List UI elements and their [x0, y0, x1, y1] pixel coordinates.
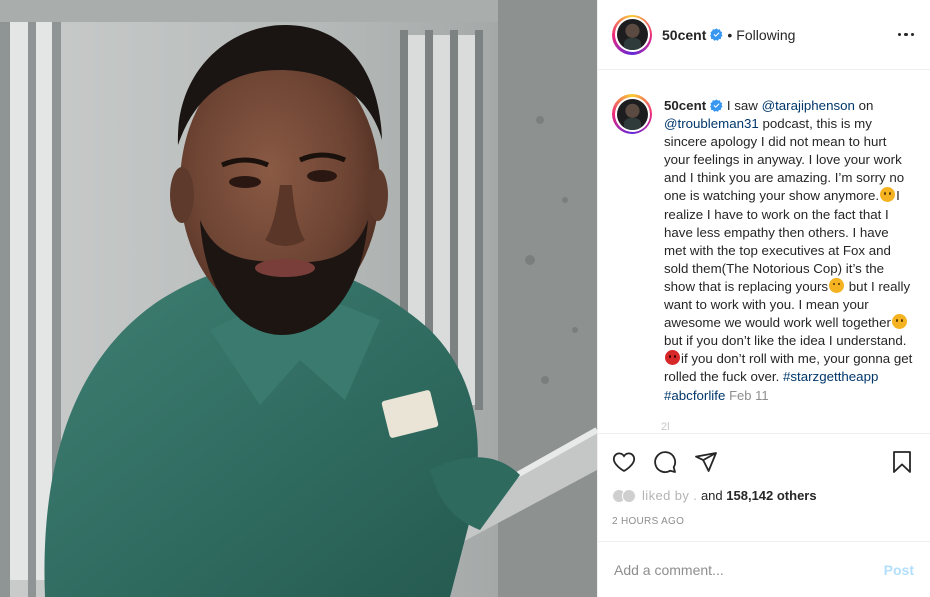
actions-area: liked by . and 158,142 others 2 HOURS AG… — [598, 433, 930, 527]
bookmark-icon[interactable] — [890, 450, 914, 474]
post-sidebar: 50cent • Following 50cent I saw @tarajip… — [597, 0, 930, 597]
caption-text: 50cent I saw @tarajiphenson on @troublem… — [664, 97, 914, 405]
likes-and: and — [697, 488, 726, 503]
faded-comment: 2l — [661, 421, 670, 433]
likes-and-text: and — [700, 488, 723, 503]
hashtag-link[interactable]: #abcforlife — [664, 388, 725, 403]
action-bar — [612, 442, 914, 482]
caption: 50cent I saw @tarajiphenson on @troublem… — [612, 94, 914, 405]
post-header: 50cent • Following — [598, 0, 930, 70]
liker-avatar — [622, 488, 636, 503]
avatar — [616, 98, 648, 130]
comments-section[interactable]: 50cent I saw @tarajiphenson on @troublem… — [598, 70, 930, 433]
liked-by-text[interactable]: liked by . — [642, 488, 697, 503]
more-dot — [904, 32, 908, 37]
sad-face-emoji-icon — [880, 187, 896, 203]
mention-link[interactable]: @tarajiphenson — [762, 98, 855, 113]
more-dot — [910, 32, 914, 37]
instagram-post: 50cent • Following 50cent I saw @tarajip… — [0, 0, 930, 597]
avatar — [616, 19, 648, 50]
caption-time[interactable]: Feb 11 — [729, 388, 769, 403]
caption-avatar-ring[interactable] — [612, 94, 652, 134]
more-dot — [897, 32, 901, 37]
sad-face-emoji-icon — [891, 314, 907, 330]
more-horizontal-icon[interactable] — [897, 27, 914, 43]
likes-count[interactable]: 158,142 others — [726, 488, 816, 503]
hashtag-link[interactable]: #starzgettheapp — [783, 369, 878, 384]
avatar-frame — [614, 17, 650, 52]
caption-segment: but if you don’t like the idea I underst… — [664, 333, 907, 349]
comment-icon[interactable] — [653, 450, 677, 474]
comment-box: Post — [598, 541, 930, 597]
avatar-frame — [614, 96, 650, 132]
post-timestamp[interactable]: 2 HOURS AGO — [612, 516, 914, 527]
post-comment-button[interactable]: Post — [884, 562, 914, 578]
liker-avatars — [612, 488, 636, 503]
heart-icon[interactable] — [612, 450, 636, 474]
share-icon[interactable] — [694, 450, 718, 474]
likes-row: liked by . and 158,142 others — [612, 488, 914, 503]
following-button[interactable]: Following — [736, 27, 795, 43]
verified-badge-icon — [710, 28, 723, 41]
post-photo-illustration — [0, 0, 597, 597]
caption-body: I saw @tarajiphenson on @troubleman31 po… — [664, 98, 912, 403]
caption-segment: I saw — [723, 98, 762, 113]
caption-segment: on — [854, 98, 874, 113]
post-image[interactable] — [0, 0, 597, 597]
profile-avatar-ring[interactable] — [612, 14, 652, 55]
verified-badge-icon — [710, 99, 723, 112]
header-username[interactable]: 50cent — [662, 27, 706, 43]
header-separator: • — [727, 26, 733, 43]
angry-face-emoji-icon — [665, 350, 680, 366]
caption-username[interactable]: 50cent — [664, 98, 706, 113]
comment-input[interactable] — [614, 561, 884, 578]
sad-face-emoji-icon — [829, 277, 845, 293]
mention-link[interactable]: @troubleman31 — [664, 116, 759, 131]
